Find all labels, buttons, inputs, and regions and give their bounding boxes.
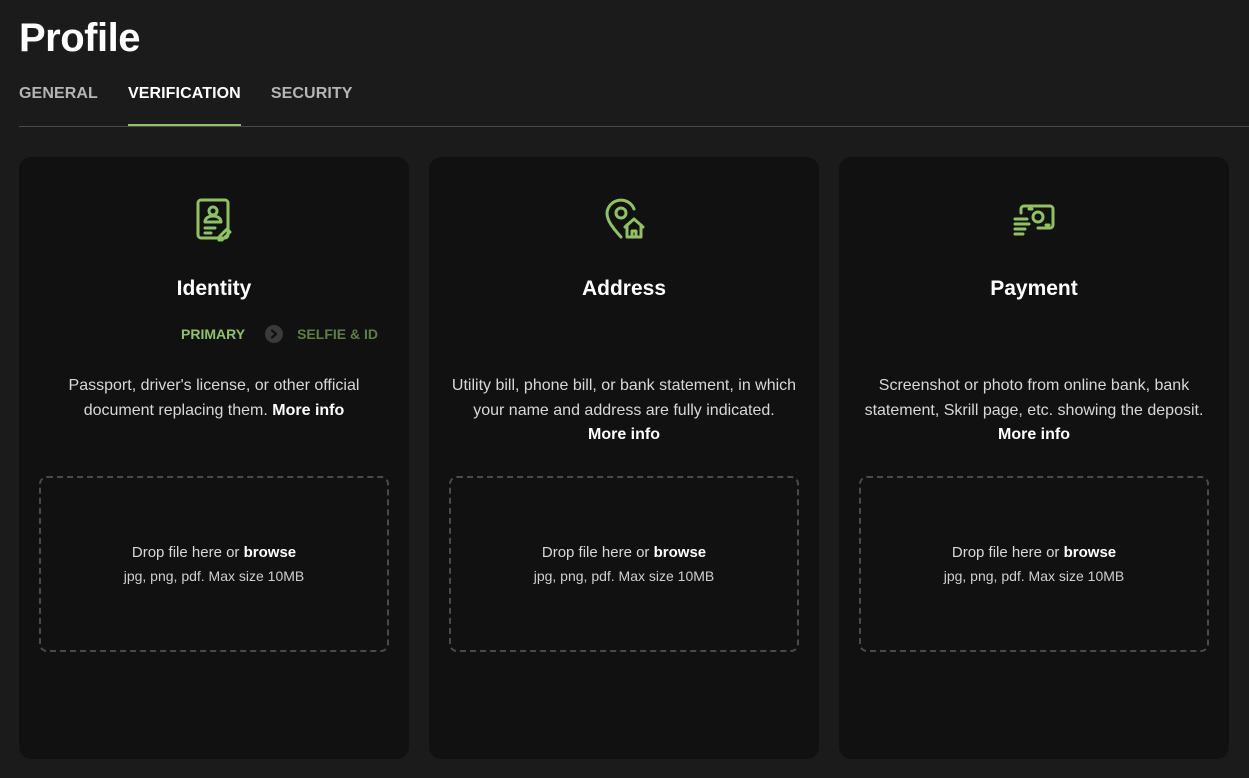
- chevron-right-icon: [265, 325, 284, 343]
- identity-dropzone[interactable]: Drop file here or browse jpg, png, pdf. …: [39, 476, 389, 652]
- tab-verification[interactable]: VERIFICATION: [127, 82, 241, 126]
- location-home-icon: [599, 195, 649, 245]
- profile-page: Profile GENERAL VERIFICATION SECURITY Id…: [0, 0, 1249, 778]
- identity-card: Identity PRIMARY SELFIE & ID Passport, d…: [19, 157, 409, 759]
- address-browse-link[interactable]: browse: [654, 544, 707, 561]
- drop-instruction: Drop file here or browse: [132, 541, 296, 565]
- page-title: Profile: [19, 16, 140, 60]
- verification-cards: Identity PRIMARY SELFIE & ID Passport, d…: [19, 157, 1229, 759]
- identity-more-info-link[interactable]: More info: [272, 402, 344, 419]
- identity-description: Passport, driver's license, or other off…: [37, 374, 391, 423]
- identity-steps: PRIMARY SELFIE & ID: [181, 325, 378, 343]
- payment-description-text: Screenshot or photo from online bank, ba…: [864, 377, 1204, 419]
- drop-instruction: Drop file here or browse: [542, 541, 706, 565]
- address-description-text: Utility bill, phone bill, or bank statem…: [451, 377, 797, 419]
- identity-title: Identity: [176, 277, 252, 300]
- drop-text: Drop file here or: [541, 544, 650, 561]
- address-title: Address: [581, 277, 667, 300]
- address-dropzone[interactable]: Drop file here or browse jpg, png, pdf. …: [449, 476, 799, 652]
- tab-general[interactable]: GENERAL: [19, 82, 98, 126]
- drop-instruction: Drop file here or browse: [952, 541, 1116, 565]
- payment-money-icon: [1009, 195, 1059, 245]
- file-hint: jpg, png, pdf. Max size 10MB: [123, 568, 305, 584]
- drop-text: Drop file here or: [951, 544, 1060, 561]
- address-card: Address Utility bill, phone bill, or ban…: [429, 157, 819, 759]
- payment-more-info-link[interactable]: More info: [998, 426, 1070, 443]
- file-hint: jpg, png, pdf. Max size 10MB: [943, 568, 1125, 584]
- payment-description: Screenshot or photo from online bank, ba…: [857, 374, 1211, 448]
- id-document-icon: [189, 195, 239, 245]
- payment-browse-link[interactable]: browse: [1064, 544, 1117, 561]
- drop-text: Drop file here or: [131, 544, 240, 561]
- step-primary: PRIMARY: [181, 326, 246, 342]
- tab-security[interactable]: SECURITY: [271, 82, 353, 126]
- step-selfie-id: SELFIE & ID: [297, 326, 378, 342]
- identity-browse-link[interactable]: browse: [244, 544, 297, 561]
- address-more-info-link[interactable]: More info: [588, 426, 660, 443]
- payment-title: Payment: [990, 277, 1078, 300]
- file-hint: jpg, png, pdf. Max size 10MB: [533, 568, 715, 584]
- payment-card: Payment Screenshot or photo from online …: [839, 157, 1229, 759]
- address-description: Utility bill, phone bill, or bank statem…: [447, 374, 801, 448]
- payment-dropzone[interactable]: Drop file here or browse jpg, png, pdf. …: [859, 476, 1209, 652]
- profile-tabs: GENERAL VERIFICATION SECURITY: [19, 82, 1249, 127]
